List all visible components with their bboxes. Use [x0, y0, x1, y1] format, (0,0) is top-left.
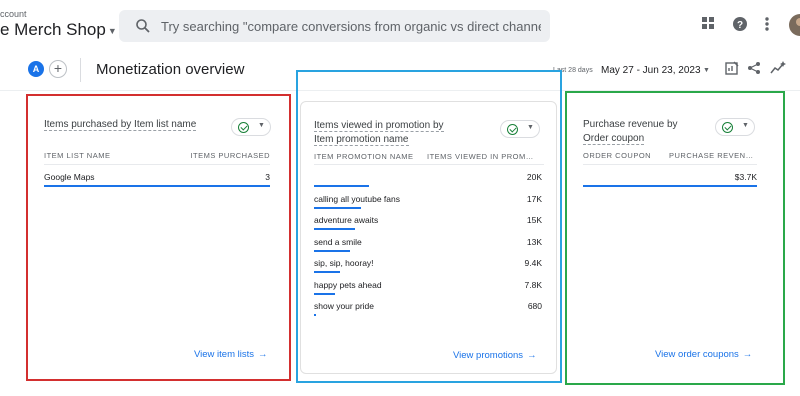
highlight-box-red	[26, 94, 291, 381]
top-bar: ccount e Merch Shop▼ ?	[0, 0, 800, 50]
search-bar[interactable]	[119, 10, 550, 42]
svg-text:?: ?	[737, 20, 743, 31]
chevron-down-icon: ▼	[107, 25, 117, 36]
comparison-avatar[interactable]: A	[28, 61, 44, 77]
more-vert-icon[interactable]	[764, 16, 770, 32]
chevron-down-icon[interactable]: ▼	[703, 67, 710, 74]
edit-report-icon[interactable]	[725, 61, 739, 75]
page-title: Monetization overview	[96, 61, 245, 78]
insights-icon[interactable]	[770, 61, 786, 75]
search-input[interactable]	[161, 16, 541, 36]
property-name: e Merch Shop	[0, 20, 106, 39]
property-selector[interactable]: e Merch Shop ▼	[0, 20, 117, 40]
highlight-box-green	[565, 91, 785, 385]
add-comparison-button[interactable]: +	[49, 60, 67, 78]
account-label: ccount	[0, 9, 27, 19]
help-icon[interactable]: ?	[732, 16, 748, 32]
avatar[interactable]	[788, 13, 800, 37]
highlight-box-blue	[296, 70, 562, 383]
search-icon	[136, 19, 150, 33]
divider	[80, 58, 81, 82]
apps-grid-icon[interactable]	[701, 16, 715, 30]
date-range-selector[interactable]: May 27 - Jun 23, 2023	[601, 65, 701, 76]
share-icon[interactable]	[747, 61, 761, 75]
